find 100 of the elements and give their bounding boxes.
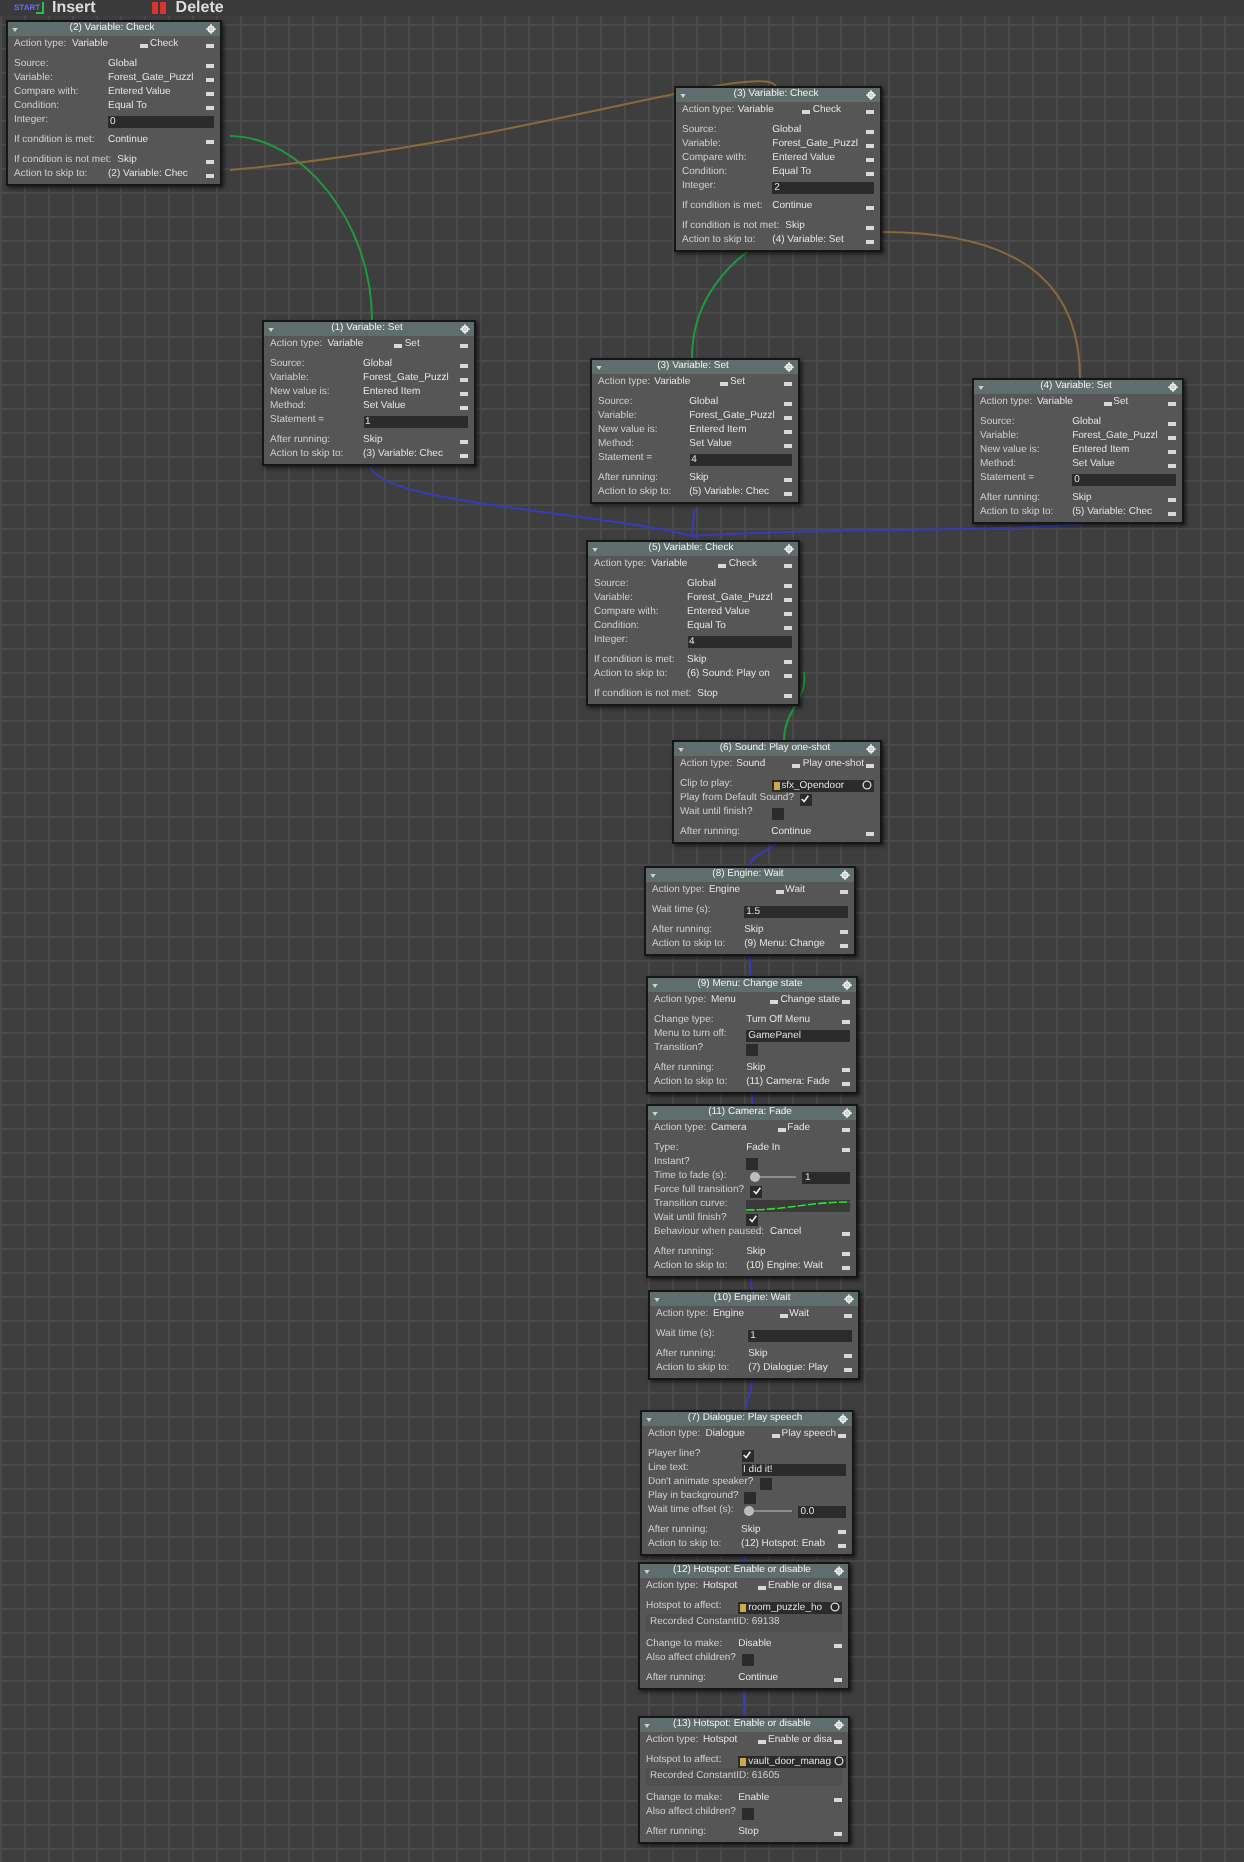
caret-icon — [838, 1543, 846, 1547]
caret-icon — [784, 673, 792, 677]
caret-icon — [842, 1147, 850, 1151]
caret-icon — [844, 1367, 852, 1371]
checkbox[interactable] — [746, 1043, 759, 1055]
caret-icon — [779, 1313, 788, 1317]
caret-icon — [784, 659, 792, 663]
caret-icon — [866, 831, 874, 835]
checkbox[interactable] — [750, 1185, 763, 1197]
settings-icon[interactable] — [840, 870, 850, 880]
caret-icon — [718, 563, 727, 567]
checkbox[interactable] — [799, 793, 812, 805]
caret-icon — [1168, 435, 1176, 439]
curve-preview[interactable] — [746, 1199, 850, 1211]
caret-icon — [842, 1265, 850, 1269]
caret-icon — [838, 1433, 846, 1437]
caret-icon — [758, 1739, 767, 1743]
target-icon[interactable] — [833, 1756, 843, 1766]
caret-icon — [802, 109, 811, 113]
caret-icon — [834, 1643, 842, 1647]
caret-icon — [834, 1797, 842, 1801]
caret-icon — [784, 693, 792, 697]
caret-icon — [866, 157, 874, 161]
caret-icon — [1168, 463, 1176, 467]
caret-icon — [206, 105, 214, 109]
settings-icon[interactable] — [844, 1294, 854, 1304]
settings-icon[interactable] — [838, 1414, 848, 1424]
caret-icon — [834, 1831, 842, 1835]
checkbox[interactable] — [759, 1477, 772, 1489]
settings-icon[interactable] — [834, 1566, 844, 1576]
caret-icon — [784, 583, 792, 587]
checkbox[interactable] — [741, 1653, 754, 1665]
caret-icon — [777, 1127, 786, 1131]
caret-icon — [866, 129, 874, 133]
target-icon[interactable] — [862, 780, 872, 790]
caret-icon — [1168, 511, 1176, 515]
settings-icon[interactable] — [206, 24, 216, 34]
settings-icon[interactable] — [1168, 382, 1178, 392]
caret-icon — [866, 763, 874, 767]
settings-icon[interactable] — [842, 1108, 852, 1118]
target-icon[interactable] — [830, 1602, 840, 1612]
action-node[interactable] — [674, 86, 882, 252]
slider-thumb[interactable] — [743, 1506, 754, 1516]
caret-icon — [842, 1081, 850, 1085]
caret-icon — [460, 405, 468, 409]
caret-icon — [792, 763, 801, 767]
action-node[interactable] — [6, 20, 222, 186]
caret-icon — [834, 1677, 842, 1681]
settings-icon[interactable] — [866, 90, 876, 100]
settings-icon[interactable] — [866, 744, 876, 754]
caret-icon — [1168, 401, 1176, 405]
checkmark-icon — [800, 794, 811, 804]
connection-wire — [783, 671, 806, 741]
settings-icon[interactable] — [834, 1720, 844, 1730]
checkbox[interactable] — [746, 1157, 759, 1169]
settings-icon[interactable] — [784, 544, 794, 554]
caret-icon — [460, 439, 468, 443]
caret-icon — [460, 453, 468, 457]
action-node[interactable] — [586, 540, 800, 706]
caret-icon — [1168, 497, 1176, 501]
delete-icon — [151, 2, 168, 14]
caret-icon — [842, 999, 850, 1003]
caret-icon — [866, 143, 874, 147]
delete-button[interactable]: Delete — [151, 0, 224, 16]
action-node[interactable] — [590, 358, 800, 504]
file-icon — [740, 1603, 747, 1611]
caret-icon — [866, 239, 874, 243]
caret-icon — [460, 363, 468, 367]
caret-icon — [758, 1585, 767, 1589]
checkbox[interactable] — [741, 1449, 754, 1461]
checkbox[interactable] — [771, 807, 784, 819]
caret-icon — [842, 1067, 850, 1071]
checkbox[interactable] — [746, 1213, 759, 1225]
caret-icon — [460, 391, 468, 395]
caret-icon — [720, 381, 729, 385]
caret-icon — [842, 1019, 850, 1023]
checkbox[interactable] — [741, 1807, 754, 1819]
action-node[interactable] — [972, 378, 1184, 524]
action-node[interactable] — [262, 320, 476, 466]
file-icon — [773, 781, 780, 789]
caret-icon — [206, 77, 214, 81]
caret-icon — [140, 43, 148, 47]
caret-icon — [784, 491, 792, 495]
checkbox[interactable] — [744, 1491, 757, 1503]
caret-icon — [460, 343, 468, 347]
caret-icon — [842, 1231, 850, 1235]
connection-wire — [743, 1689, 745, 1717]
action-node[interactable] — [640, 1410, 854, 1556]
action-node[interactable] — [646, 1104, 858, 1278]
settings-icon[interactable] — [784, 362, 794, 372]
settings-icon[interactable] — [842, 980, 852, 990]
checkmark-icon — [747, 1214, 758, 1224]
file-icon — [740, 1757, 747, 1765]
checkmark-icon — [742, 1450, 753, 1460]
caret-icon — [394, 343, 403, 347]
slider-thumb[interactable] — [750, 1172, 761, 1182]
settings-icon[interactable] — [460, 324, 470, 334]
caret-icon — [840, 929, 848, 933]
checkmark-icon — [751, 1186, 762, 1196]
caret-icon — [1168, 449, 1176, 453]
